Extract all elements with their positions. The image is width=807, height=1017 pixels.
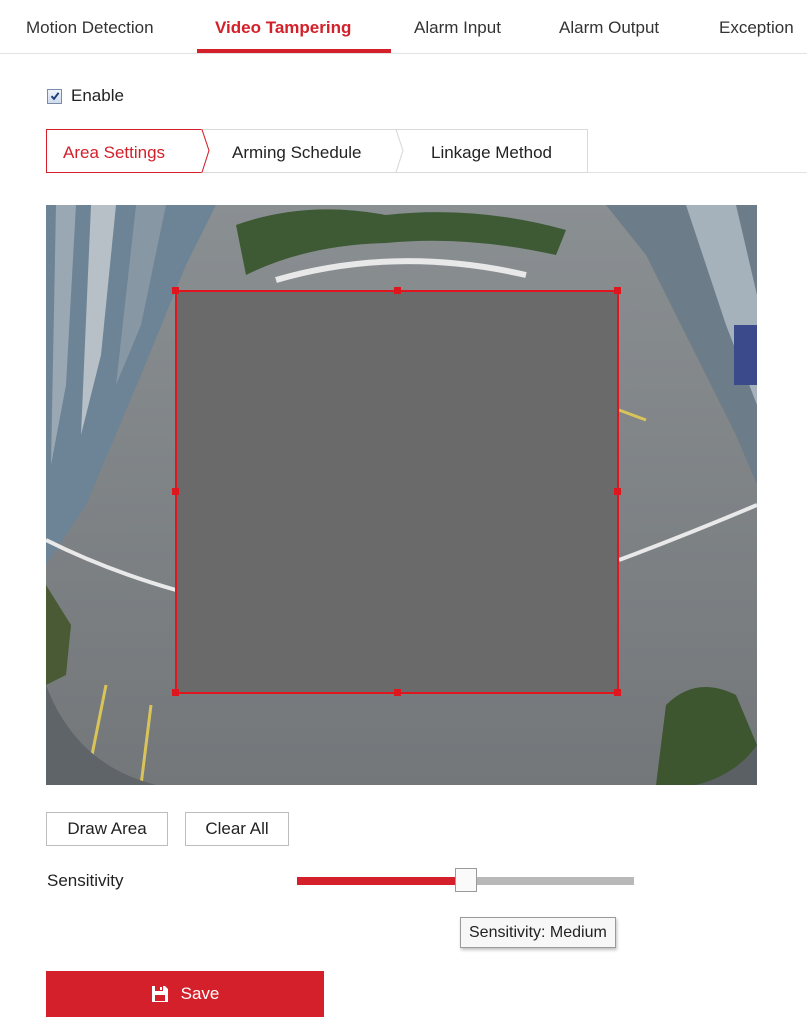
tab-exception[interactable]: Exception	[719, 18, 794, 38]
resize-handle-top-left[interactable]	[172, 287, 179, 294]
checkmark-icon	[50, 92, 59, 101]
tab-divider	[0, 53, 807, 54]
subtab-area-settings[interactable]: Area Settings	[63, 143, 165, 163]
resize-handle-bottom[interactable]	[394, 689, 401, 696]
save-button[interactable]: Save	[46, 971, 324, 1017]
sensitivity-label: Sensitivity	[47, 871, 124, 890]
video-preview[interactable]	[46, 205, 757, 785]
resize-handle-top[interactable]	[394, 287, 401, 294]
sensitivity-slider-thumb[interactable]	[455, 868, 477, 892]
sensitivity-track-filled[interactable]	[297, 877, 466, 885]
enable-label: Enable	[71, 86, 124, 105]
enable-checkbox[interactable]	[47, 88, 62, 104]
tab-alarm-output[interactable]: Alarm Output	[559, 18, 659, 38]
enable-row: Enable	[47, 86, 124, 106]
subtab-arming-schedule[interactable]: Arming Schedule	[232, 143, 361, 163]
tab-motion-detection[interactable]: Motion Detection	[26, 18, 154, 38]
tab-alarm-input[interactable]: Alarm Input	[414, 18, 501, 38]
subtab-linkage-method[interactable]: Linkage Method	[431, 143, 552, 163]
resize-handle-bottom-right[interactable]	[614, 689, 621, 696]
resize-handle-right[interactable]	[614, 488, 621, 495]
resize-handle-bottom-left[interactable]	[172, 689, 179, 696]
sensitivity-tooltip: Sensitivity: Medium	[460, 917, 616, 948]
save-button-label: Save	[180, 984, 220, 1003]
resize-handle-left[interactable]	[172, 488, 179, 495]
clear-all-button[interactable]: Clear All	[185, 812, 289, 846]
draw-area-button[interactable]: Draw Area	[46, 812, 168, 846]
tamper-detection-area[interactable]	[172, 287, 621, 696]
resize-handle-top-right[interactable]	[614, 287, 621, 294]
floppy-disk-icon	[151, 985, 169, 1003]
tab-video-tampering[interactable]: Video Tampering	[215, 18, 351, 38]
sensitivity-track[interactable]	[466, 877, 634, 885]
top-tab-bar: Motion Detection Video Tampering Alarm I…	[0, 0, 807, 54]
